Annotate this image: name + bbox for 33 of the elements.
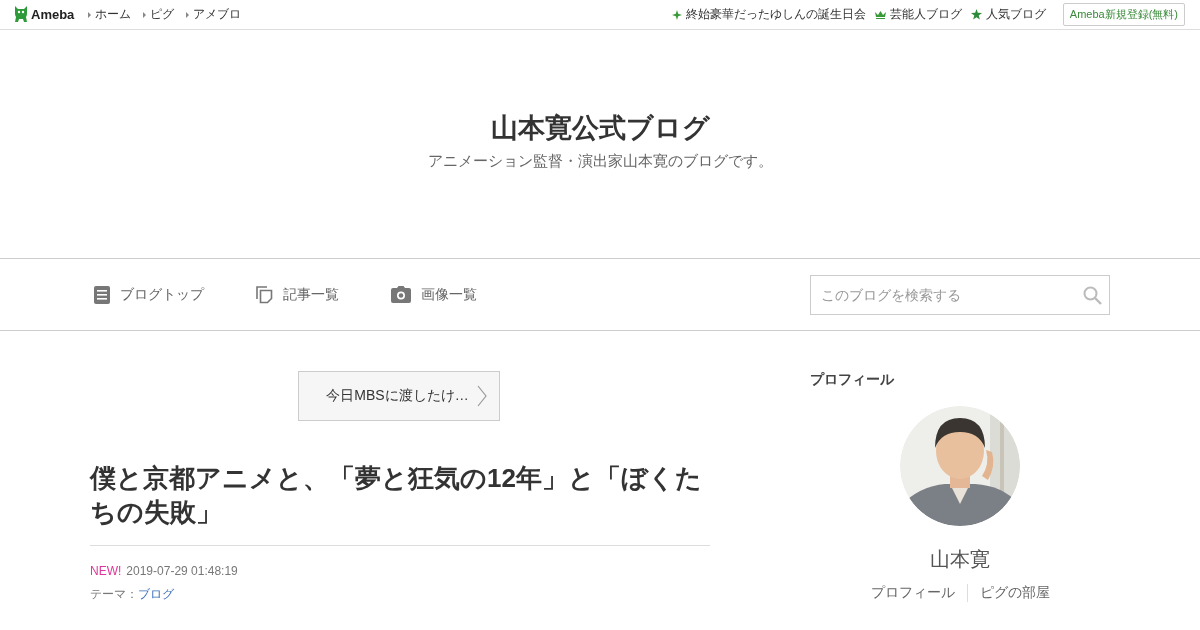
nav-link[interactable]: ホーム (88, 6, 132, 23)
search-icon[interactable] (1083, 285, 1102, 305)
crown-icon (874, 10, 886, 19)
nav-tab[interactable]: 記事一覧 (256, 285, 339, 304)
blog-title[interactable]: 山本寛公式ブログ (490, 110, 710, 146)
theme-link[interactable]: ブログ (138, 586, 174, 603)
previous-post-button[interactable]: 今日MBSに渡したけ… (298, 371, 500, 421)
profile-link[interactable]: ピグの部屋 (966, 584, 1062, 602)
nav-tab[interactable]: 画像一覧 (391, 285, 477, 304)
profile-name: 山本寛 (930, 547, 990, 572)
sparkle-icon (671, 9, 682, 20)
header-link[interactable]: 人気ブログ (970, 6, 1046, 23)
search-field[interactable]: このブログを検索する (810, 274, 1110, 315)
chevron-right-icon (476, 385, 487, 407)
header-link[interactable]: 終始豪華だったゆしんの誕生日会 (671, 6, 866, 23)
nav-tab[interactable]: ブログトップ (94, 285, 204, 304)
header-link[interactable]: 芸能人ブログ (874, 6, 962, 23)
signup-button[interactable]: Ameba新規登録(無料) (1062, 3, 1185, 26)
pages-icon (256, 285, 273, 304)
profile-link[interactable]: プロフィール (858, 584, 967, 602)
blog-description: アニメーション監督・演出家山本寛のブログです。 (427, 152, 773, 171)
star-icon (970, 9, 982, 20)
nav-link[interactable]: アメブロ (186, 6, 242, 23)
profile-heading: プロフィール (810, 371, 894, 387)
entry-title[interactable]: 僕と京都アニメと、「夢と狂気の12年」と「ぼくたちの失敗」 (90, 461, 710, 546)
new-label: NEW! (90, 564, 122, 578)
logo-text[interactable]: Ameba (31, 7, 75, 22)
document-icon (94, 285, 110, 304)
theme-label: テーマ： (90, 586, 138, 603)
logo-icon[interactable] (14, 6, 28, 23)
camera-icon (391, 286, 411, 303)
entry-date: 2019-07-29 01:48:19 (126, 564, 238, 578)
nav-link[interactable]: ピグ (143, 6, 175, 23)
